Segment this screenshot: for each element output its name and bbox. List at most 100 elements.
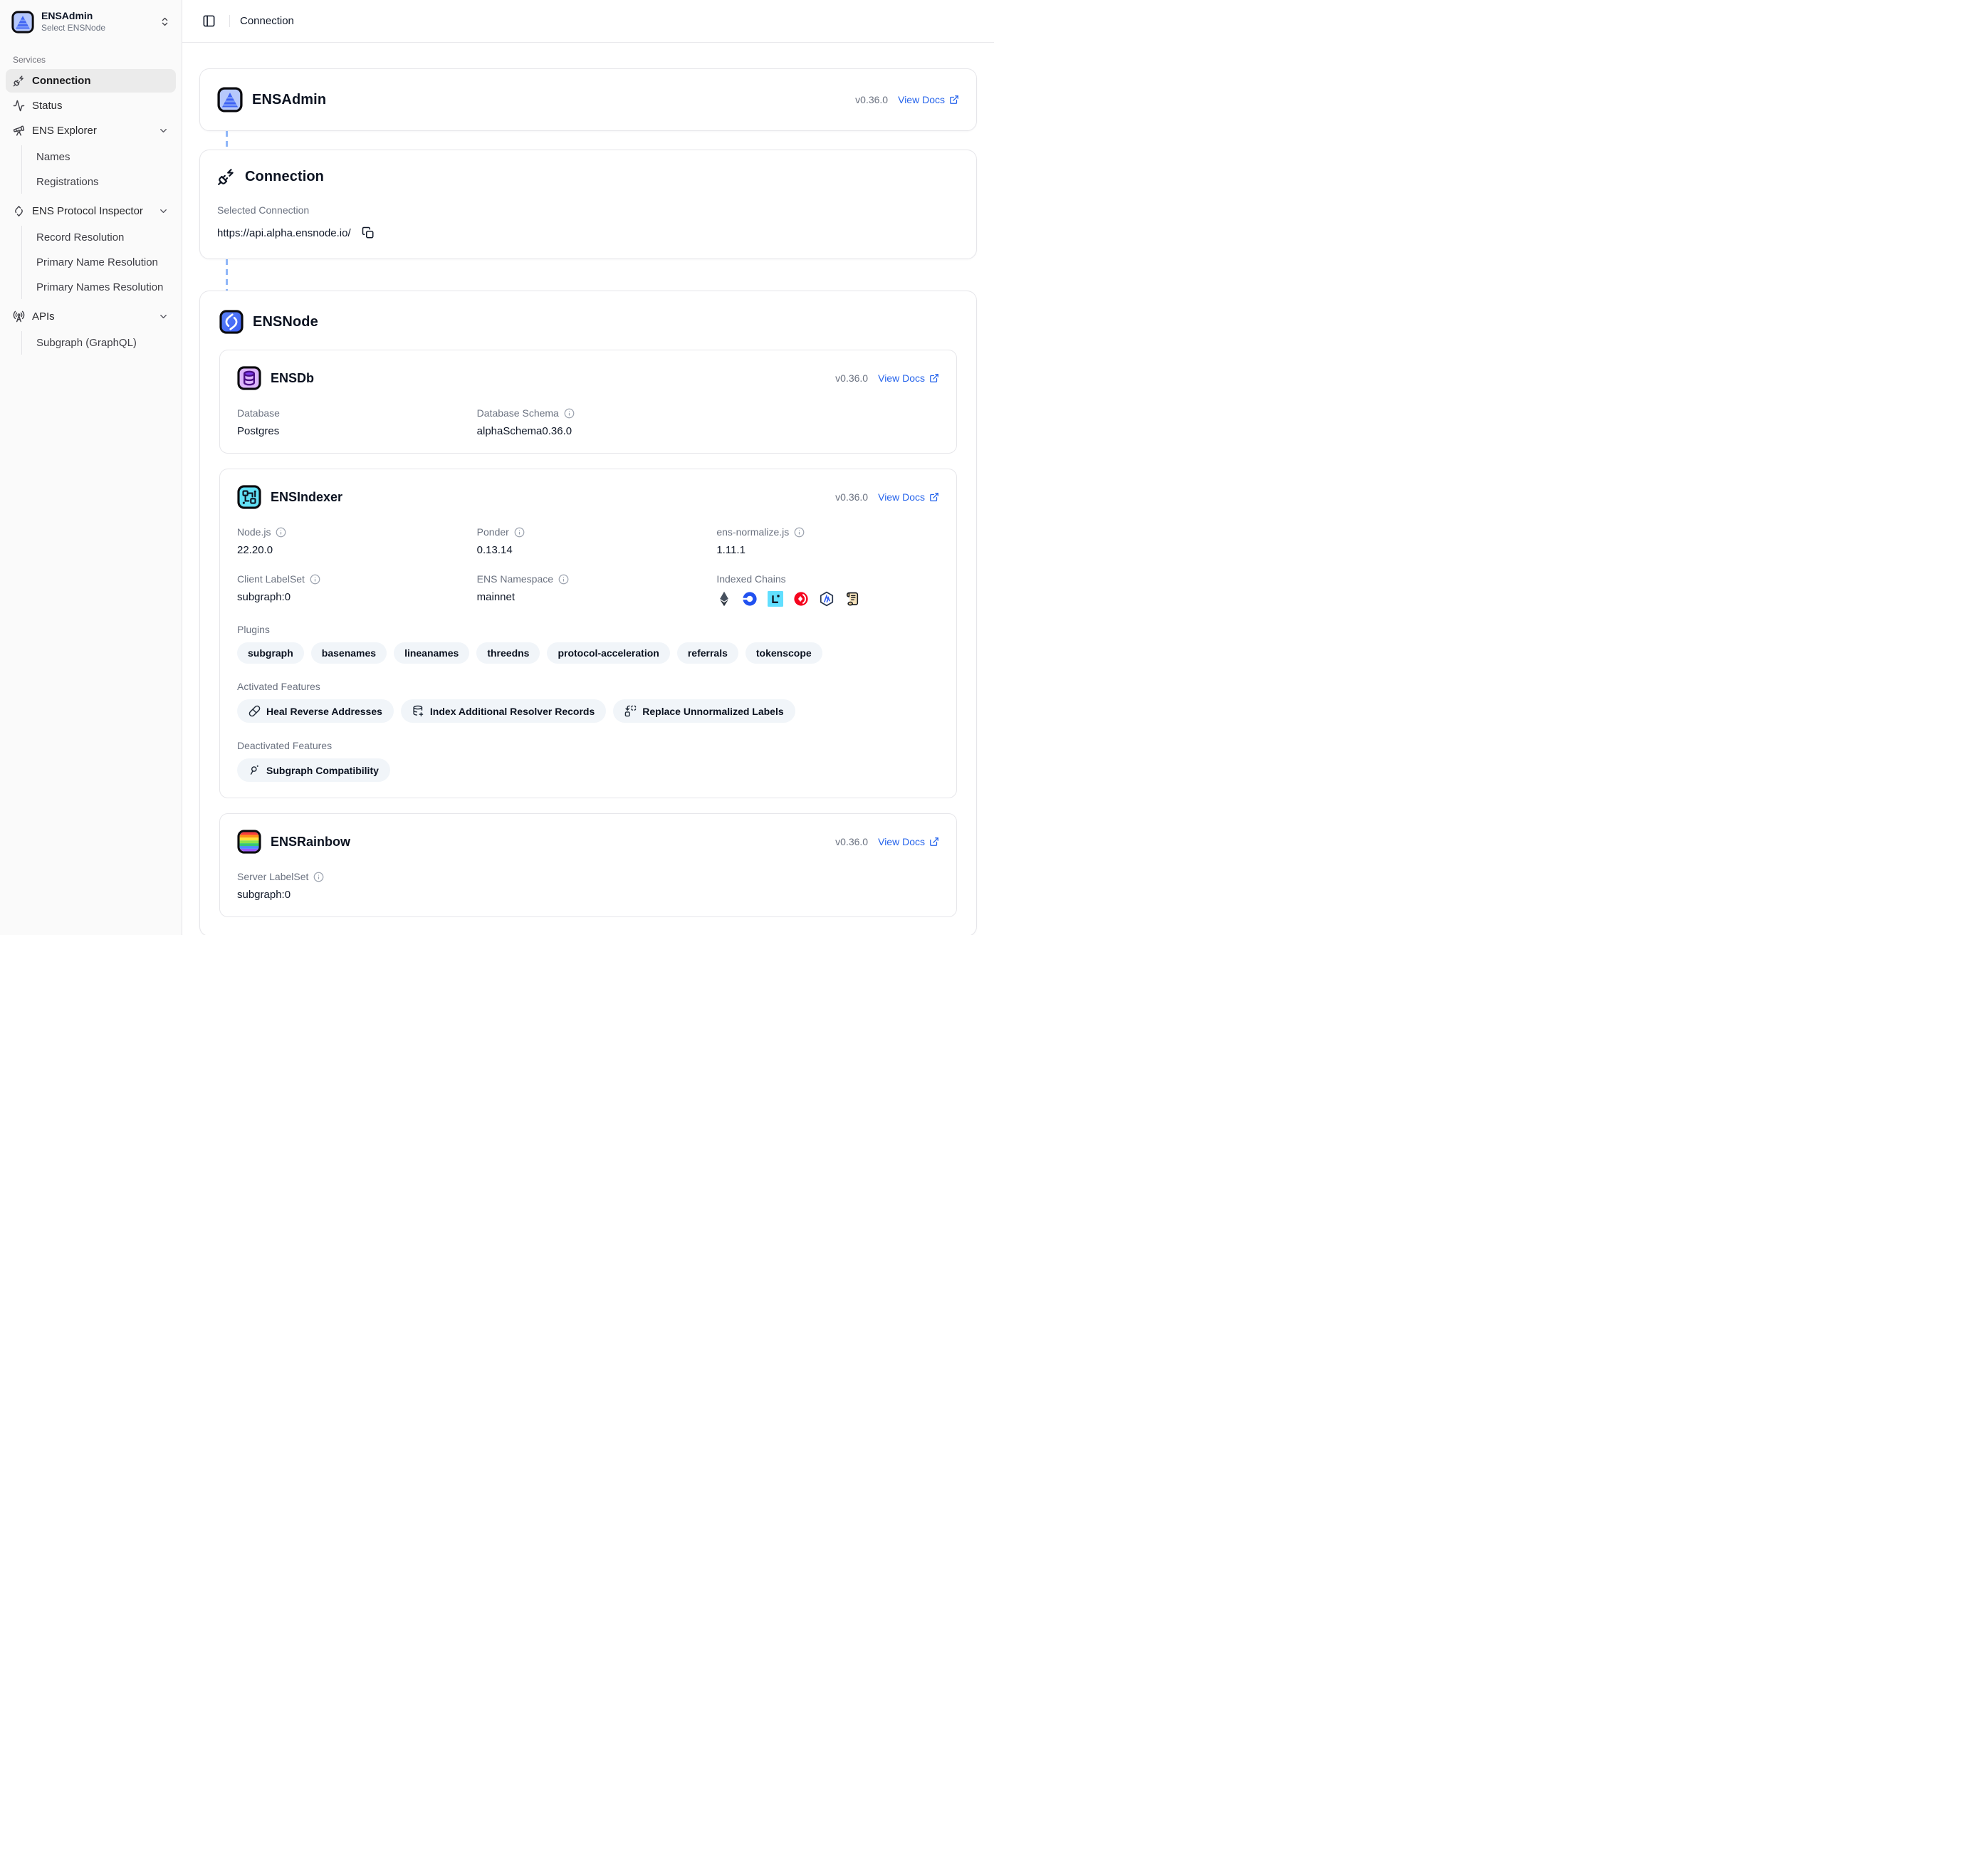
field-label-text: Indexed Chains <box>716 573 785 585</box>
pill-capsule-icon <box>248 705 261 717</box>
indexed-chains-row <box>716 591 939 607</box>
sidebar-item-subgraph-graphql[interactable]: Subgraph (GraphQL) <box>31 331 176 355</box>
ensrainbow-version: v0.36.0 <box>835 836 868 847</box>
radio-tower-icon <box>13 310 25 323</box>
ens-normalize-field: ens-normalize.js 1.11.1 <box>716 526 939 556</box>
sidebar-item-label: ENS Explorer <box>32 125 97 137</box>
sidebar-item-ens-explorer[interactable]: ENS Explorer <box>6 119 176 142</box>
chevron-down-icon <box>158 206 169 216</box>
feature-label: Index Additional Resolver Records <box>430 706 595 717</box>
feature-pill: Index Additional Resolver Records <box>401 699 606 723</box>
ensindexer-card: ENSIndexer v0.36.0 View Docs <box>219 469 957 798</box>
info-icon[interactable] <box>313 872 324 882</box>
external-link-icon <box>929 373 939 383</box>
sidebar-item-label: APIs <box>32 310 55 323</box>
main-area: Connection <box>182 0 994 935</box>
subgraph-icon <box>248 764 261 776</box>
ensdb-view-docs-link[interactable]: View Docs <box>878 372 939 384</box>
view-docs-label: View Docs <box>878 491 925 503</box>
field-label-text: Ponder <box>477 526 509 538</box>
sidebar-item-primary-names-resolution[interactable]: Primary Names Resolution <box>31 276 176 299</box>
ensindexer-icon <box>237 485 261 509</box>
sidebar-toggle-button[interactable] <box>198 11 219 32</box>
topbar: Connection <box>182 0 994 43</box>
field-label-text: ens-normalize.js <box>716 526 789 538</box>
connection-card-title: Connection <box>245 169 324 185</box>
ensnode-selector[interactable]: ENSAdmin Select ENSNode <box>6 6 176 38</box>
info-icon[interactable] <box>276 527 286 538</box>
sidebar-item-record-resolution[interactable]: Record Resolution <box>31 226 176 249</box>
connection-card: Connection Selected Connection https://a… <box>199 150 977 259</box>
optimism-chain-icon <box>793 591 809 607</box>
ensindexer-view-docs-link[interactable]: View Docs <box>878 491 939 503</box>
plugin-pill: tokenscope <box>746 642 822 664</box>
sidebar-item-label: ENS Protocol Inspector <box>32 205 143 217</box>
info-icon[interactable] <box>564 408 575 419</box>
indexed-chains-field: Indexed Chains <box>716 573 939 607</box>
ens-normalize-value: 1.11.1 <box>716 544 939 556</box>
activity-icon <box>13 100 25 112</box>
ponder-field: Ponder 0.13.14 <box>477 526 700 556</box>
server-labelset-field: Server LabelSet subgraph:0 <box>237 871 460 901</box>
ensindexer-title: ENSIndexer <box>271 490 342 505</box>
database-value: Postgres <box>237 425 460 437</box>
apis-children: Subgraph (GraphQL) <box>21 331 176 355</box>
sidebar-item-apis[interactable]: APIs <box>6 305 176 328</box>
chevron-down-icon <box>158 125 169 136</box>
plugin-pill: protocol-acceleration <box>547 642 669 664</box>
breadcrumb: Connection <box>240 15 294 27</box>
app-subtitle: Select ENSNode <box>41 23 152 34</box>
view-docs-label: View Docs <box>878 836 925 847</box>
field-label-text: Client LabelSet <box>237 573 305 585</box>
app-titles: ENSAdmin Select ENSNode <box>41 10 152 33</box>
ensadmin-card-title: ENSAdmin <box>252 92 326 108</box>
ponder-value: 0.13.14 <box>477 544 700 556</box>
ensdb-icon <box>237 366 261 390</box>
plug-zap-icon <box>13 75 25 87</box>
sidebar-item-ens-protocol-inspector[interactable]: ENS Protocol Inspector <box>6 199 176 223</box>
sidebar-item-primary-name-resolution[interactable]: Primary Name Resolution <box>31 251 176 274</box>
client-labelset-value: subgraph:0 <box>237 591 460 603</box>
sidebar-item-registrations[interactable]: Registrations <box>31 170 176 194</box>
info-icon[interactable] <box>514 527 525 538</box>
ensadmin-logo-icon <box>11 11 34 33</box>
plugin-pill: lineanames <box>394 642 469 664</box>
chevron-down-icon <box>158 311 169 322</box>
base-chain-icon <box>742 591 758 607</box>
ensadmin-card: ENSAdmin v0.36.0 View Docs <box>199 68 977 131</box>
plugins-row: subgraph basenames lineanames threedns p… <box>237 642 939 664</box>
ensdb-card: ENSDb v0.36.0 View Docs Database <box>219 350 957 454</box>
sidebar-item-names[interactable]: Names <box>31 145 176 169</box>
ensadmin-card-icon <box>217 87 243 113</box>
ensrainbow-view-docs-link[interactable]: View Docs <box>878 836 939 847</box>
feature-label: Replace Unnormalized Labels <box>642 706 783 717</box>
field-label-text: Database Schema <box>477 407 559 419</box>
plugin-pill: subgraph <box>237 642 304 664</box>
ensnode-title: ENSNode <box>253 314 318 330</box>
feature-pill: Subgraph Compatibility <box>237 758 390 782</box>
selected-connection-label: Selected Connection <box>217 204 959 216</box>
sidebar-section-label: Services <box>6 49 176 69</box>
info-icon[interactable] <box>558 574 569 585</box>
sidebar-item-status[interactable]: Status <box>6 94 176 117</box>
chevrons-up-down-icon <box>159 16 170 27</box>
feature-label: Subgraph Compatibility <box>266 765 379 776</box>
ensrainbow-icon <box>237 830 261 854</box>
info-icon[interactable] <box>794 527 805 538</box>
field-label-text: Node.js <box>237 526 271 538</box>
ensnode-card: ENSNode <box>199 291 977 935</box>
info-icon[interactable] <box>310 574 320 585</box>
arbitrum-chain-icon <box>819 591 835 607</box>
plugin-pill: threedns <box>476 642 540 664</box>
ensadmin-view-docs-link[interactable]: View Docs <box>898 94 959 105</box>
database-plus-icon <box>412 705 424 717</box>
ens-diamond-icon <box>13 205 25 217</box>
plugin-pill: basenames <box>311 642 387 664</box>
copy-url-button[interactable] <box>360 224 377 241</box>
connector-line <box>226 131 228 150</box>
ens-explorer-children: Names Registrations <box>21 145 176 194</box>
deactivated-features-row: Subgraph Compatibility <box>237 758 939 782</box>
ens-namespace-value: mainnet <box>477 591 700 603</box>
activated-features-row: Heal Reverse Addresses Index Additional … <box>237 699 939 723</box>
sidebar-item-connection[interactable]: Connection <box>6 69 176 93</box>
